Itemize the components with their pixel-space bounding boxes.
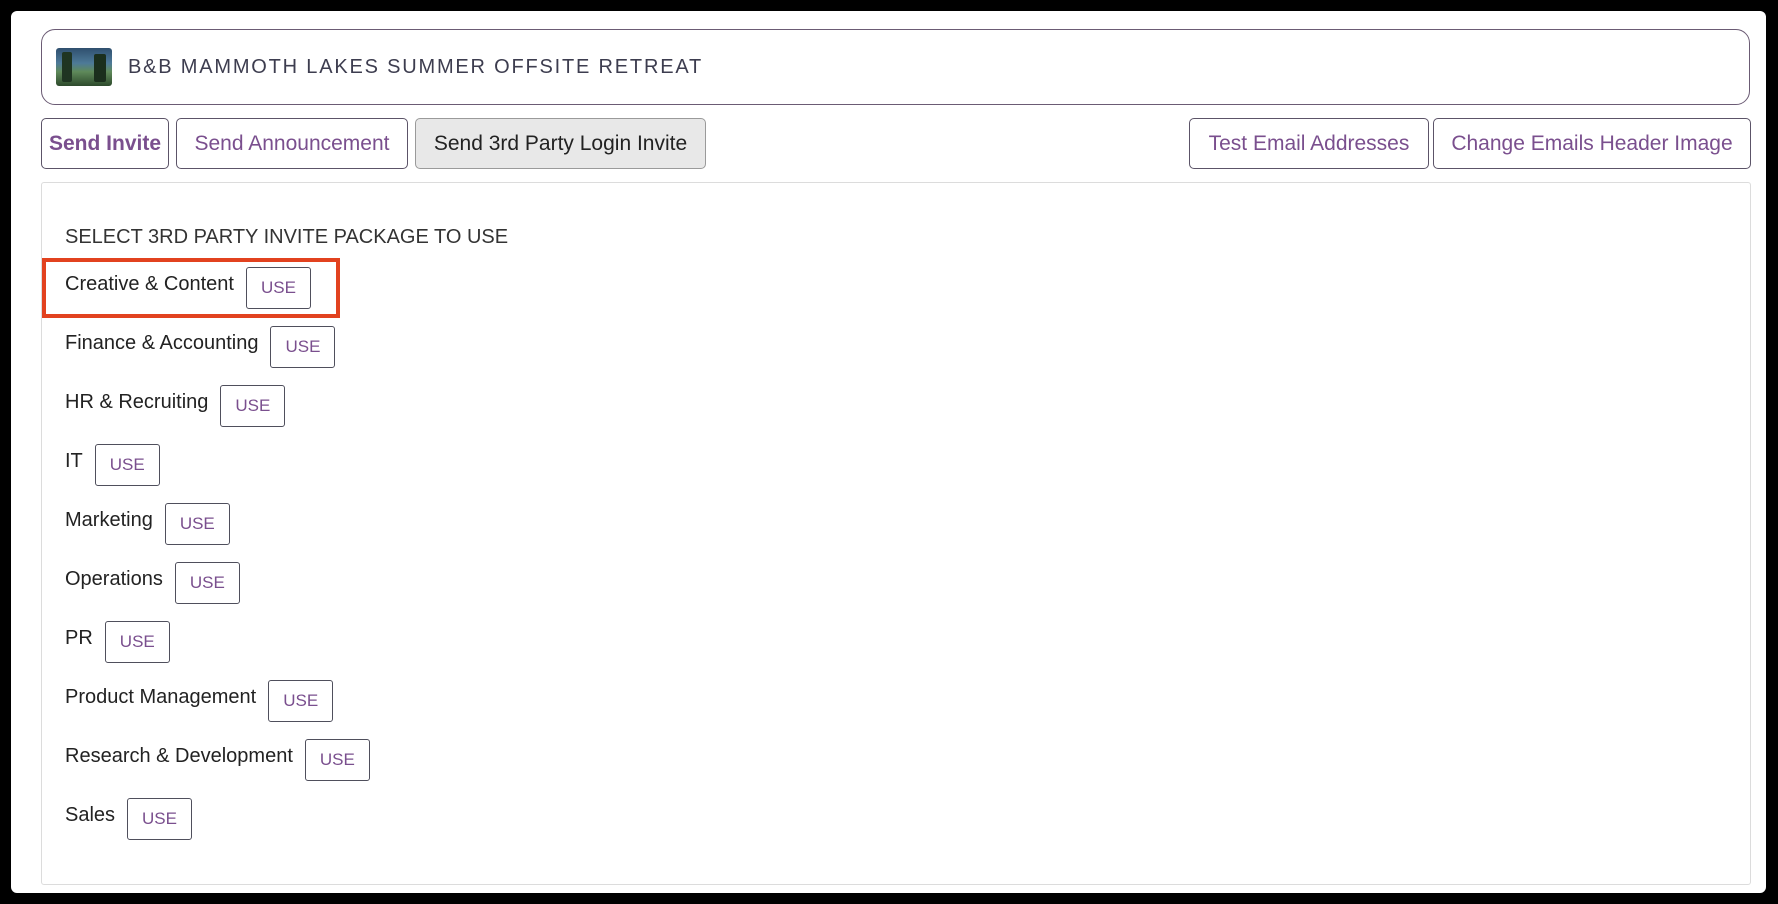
use-button-sales[interactable]: USE: [127, 798, 192, 840]
app-window: B&B MAMMOTH LAKES SUMMER OFFSITE RETREAT…: [11, 11, 1766, 893]
use-button-pr[interactable]: USE: [104, 621, 170, 663]
invite-package-panel: SELECT 3RD PARTY INVITE PACKAGE TO USE C…: [41, 182, 1751, 885]
package-row-sales: Sales USE: [65, 797, 192, 841]
package-label: Research & Development: [65, 744, 293, 767]
package-label: Product Management: [65, 685, 257, 708]
package-label: IT: [65, 449, 83, 472]
event-header: B&B MAMMOTH LAKES SUMMER OFFSITE RETREAT: [41, 29, 1750, 105]
package-label: Marketing: [65, 508, 153, 531]
package-label: Operations: [65, 567, 163, 590]
send-invite-button[interactable]: Send Invite: [41, 118, 169, 169]
use-button-product-management[interactable]: USE: [268, 680, 334, 722]
package-row-operations: Operations USE: [65, 561, 240, 605]
package-row-research-development: Research & Development USE: [65, 738, 370, 782]
use-button-hr-recruiting[interactable]: USE: [220, 385, 286, 427]
send-announcement-button[interactable]: Send Announcement: [176, 118, 408, 169]
package-row-pr: PR USE: [65, 620, 170, 664]
package-label: HR & Recruiting: [65, 390, 209, 413]
event-title: B&B MAMMOTH LAKES SUMMER OFFSITE RETREAT: [128, 55, 704, 78]
change-emails-header-image-button[interactable]: Change Emails Header Image: [1433, 118, 1751, 169]
package-label: Finance & Accounting: [65, 331, 259, 354]
package-row-creative-content: Creative & Content USE: [65, 266, 311, 310]
package-label: PR: [65, 626, 93, 649]
use-button-marketing[interactable]: USE: [164, 503, 230, 545]
use-button-it[interactable]: USE: [94, 444, 160, 486]
use-button-research-development[interactable]: USE: [304, 739, 370, 781]
send-3rd-party-login-invite-button[interactable]: Send 3rd Party Login Invite: [415, 118, 706, 169]
package-label: Creative & Content: [65, 272, 234, 295]
use-button-operations[interactable]: USE: [174, 562, 240, 604]
package-label: Sales: [65, 803, 116, 826]
test-email-addresses-button[interactable]: Test Email Addresses: [1189, 118, 1429, 169]
event-thumbnail-image: [56, 48, 112, 86]
package-row-it: IT USE: [65, 443, 160, 487]
package-row-product-management: Product Management USE: [65, 679, 334, 723]
use-button-creative-content[interactable]: USE: [245, 267, 311, 309]
package-row-finance-accounting: Finance & Accounting USE: [65, 325, 336, 369]
section-title: SELECT 3RD PARTY INVITE PACKAGE TO USE: [65, 226, 509, 248]
package-row-marketing: Marketing USE: [65, 502, 230, 546]
use-button-finance-accounting[interactable]: USE: [270, 326, 336, 368]
package-row-hr-recruiting: HR & Recruiting USE: [65, 384, 286, 428]
